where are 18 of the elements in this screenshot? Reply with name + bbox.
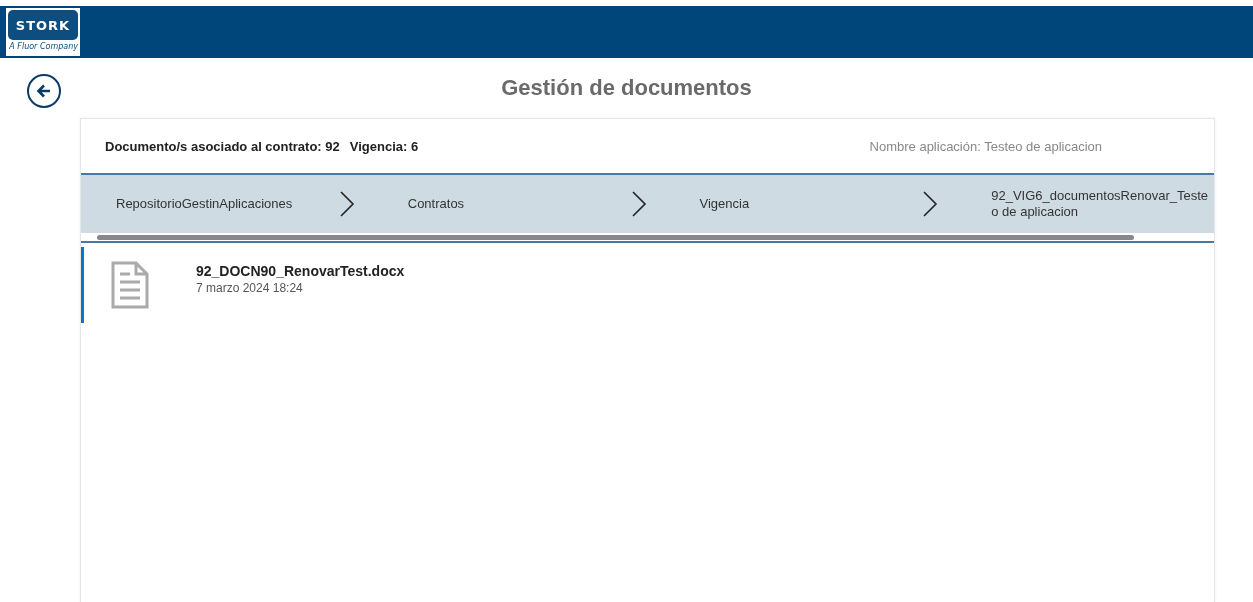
document-icon (110, 260, 150, 310)
logo-tagline: A Fluor Company (9, 42, 78, 51)
chevron-icon (338, 190, 355, 218)
back-button[interactable] (27, 74, 61, 108)
document-date: 7 marzo 2024 18:24 (196, 281, 304, 295)
breadcrumb-item[interactable]: RepositorioGestinAplicaciones (116, 196, 339, 212)
page-title: Gestión de documentos (501, 75, 752, 101)
validity-label: Vigencia: 6 (349, 138, 419, 154)
breadcrumb-item[interactable]: Vigencia (699, 196, 923, 212)
document-item[interactable]: 92_DOCN90_RenovarTest.docx 7 marzo 2024 18:24 (81, 247, 1214, 323)
breadcrumb-item[interactable]: Contratos (407, 196, 631, 212)
chevron-icon (630, 190, 647, 218)
application-name: Nombre aplicación: Testeo de aplicacion (869, 138, 1102, 154)
document-name: 92_DOCN90_RenovarTest.docx (196, 263, 405, 279)
logo-name: STORK (15, 17, 71, 33)
chevron-icon (922, 190, 939, 218)
breadcrumb-item[interactable]: 92_VIG6_documentosRenovar_Testeo de aplicacion (991, 188, 1214, 220)
contract-label: Documento/s asociado al contrato: 92 (105, 138, 340, 154)
